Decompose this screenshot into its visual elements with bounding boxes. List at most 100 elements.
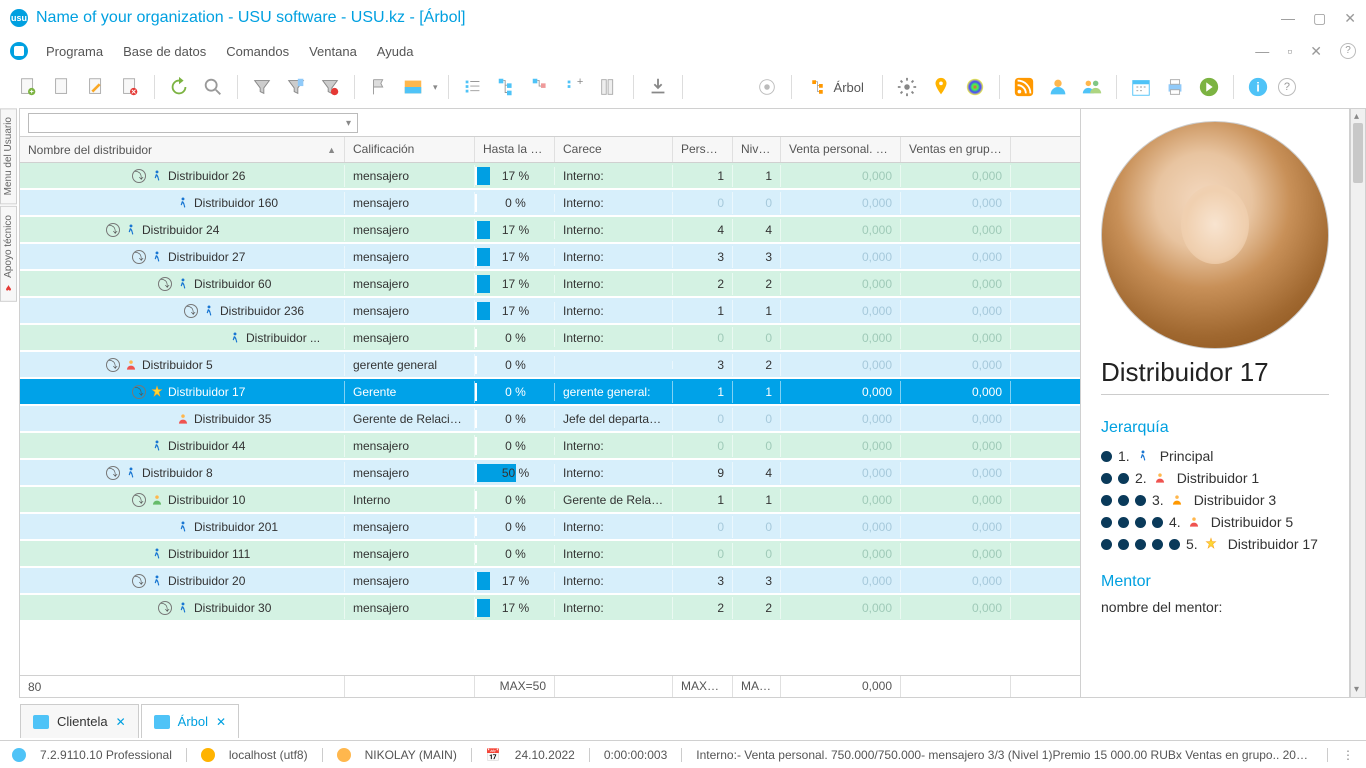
table-row[interactable]: ⤵Distribuidor 20mensajero17 %Interno:330…: [20, 568, 1080, 595]
mdi-minimize-icon[interactable]: —: [1255, 43, 1269, 60]
gear-icon[interactable]: [893, 73, 921, 101]
table-row[interactable]: Distribuidor 44mensajero0 %Interno:000,0…: [20, 433, 1080, 460]
help-icon[interactable]: ?: [1278, 78, 1296, 96]
table-row[interactable]: Distribuidor 35Gerente de Relaciones ...…: [20, 406, 1080, 433]
person-icon: [150, 547, 164, 561]
bottom-tab-árbol[interactable]: Árbol✕: [141, 704, 239, 738]
expand-icon[interactable]: ⤵: [132, 385, 146, 399]
close-icon[interactable]: ✕: [1344, 10, 1356, 27]
expand-icon[interactable]: ⤵: [158, 601, 172, 615]
flag-icon[interactable]: [365, 73, 393, 101]
table-row[interactable]: Distribuidor 111mensajero0 %Interno:000,…: [20, 541, 1080, 568]
table-row[interactable]: Distribuidor 201mensajero0 %Interno:000,…: [20, 514, 1080, 541]
table-row[interactable]: ⤵Distribuidor 30mensajero17 %Interno:220…: [20, 595, 1080, 622]
expand-icon[interactable]: ⤵: [132, 250, 146, 264]
expand-icon[interactable]: ⤵: [132, 493, 146, 507]
minimize-icon[interactable]: —: [1281, 10, 1295, 27]
mdi-help-icon[interactable]: ?: [1340, 43, 1356, 59]
tree-add-icon[interactable]: +: [561, 73, 589, 101]
arbol-button[interactable]: Árbol: [802, 78, 872, 96]
expand-icon[interactable]: ⤵: [132, 574, 146, 588]
expand-icon[interactable]: ⤵: [158, 277, 172, 291]
filter-clear-icon[interactable]: [316, 73, 344, 101]
table-row[interactable]: ⤵Distribuidor 60mensajero17 %Interno:220…: [20, 271, 1080, 298]
col-carece[interactable]: Carece: [555, 137, 673, 162]
bottom-tab-clientela[interactable]: Clientela✕: [20, 704, 139, 738]
maximize-icon[interactable]: ▢: [1313, 10, 1326, 27]
table-row[interactable]: Distribuidor 160mensajero0 %Interno:000,…: [20, 190, 1080, 217]
expand-icon[interactable]: ⤵: [106, 466, 120, 480]
col-personas[interactable]: Personas: [673, 137, 733, 162]
row-pct: 0 %: [475, 491, 555, 509]
rss-icon[interactable]: [1010, 73, 1038, 101]
expand-icon[interactable]: ⤵: [184, 304, 198, 318]
color-icon[interactable]: [961, 73, 989, 101]
table-row[interactable]: ⤵Distribuidor 5gerente general0 %320,000…: [20, 352, 1080, 379]
print-icon[interactable]: [1161, 73, 1189, 101]
hierarchy-row[interactable]: 5. Distribuidor 17: [1101, 533, 1329, 555]
table-row[interactable]: ⤵Distribuidor 24mensajero17 %Interno:440…: [20, 217, 1080, 244]
go-icon[interactable]: [1195, 73, 1223, 101]
filter-combo[interactable]: [28, 113, 358, 133]
expand-icon[interactable]: ⤵: [132, 169, 146, 183]
scrollbar-vertical[interactable]: [1350, 108, 1366, 698]
sidetab-user-menu[interactable]: Menu del Usuario: [0, 108, 17, 204]
doc-icon[interactable]: [48, 73, 76, 101]
doc-edit-icon[interactable]: [82, 73, 110, 101]
row-carece: Interno:: [555, 543, 673, 565]
tree-expand-icon[interactable]: [493, 73, 521, 101]
search-icon[interactable]: [199, 73, 227, 101]
expand-icon[interactable]: ⤵: [106, 358, 120, 372]
col-niveles[interactable]: Niveles: [733, 137, 781, 162]
grid-body[interactable]: ⤵Distribuidor 26mensajero17 %Interno:110…: [20, 163, 1080, 675]
col-name[interactable]: Nombre del distribuidor▲: [20, 137, 345, 162]
hierarchy-row[interactable]: 1. Principal: [1101, 445, 1329, 467]
status-more-icon[interactable]: ⋮: [1342, 748, 1354, 762]
row-pct: 17 %: [475, 599, 555, 617]
tab-close-icon[interactable]: ✕: [116, 715, 126, 729]
pin-icon[interactable]: [927, 73, 955, 101]
menu-base-de-datos[interactable]: Base de datos: [113, 40, 216, 63]
table-row[interactable]: ⤵Distribuidor 26mensajero17 %Interno:110…: [20, 163, 1080, 190]
tree-collapse-icon[interactable]: [527, 73, 555, 101]
col-calif[interactable]: Calificación: [345, 137, 475, 162]
table-row[interactable]: ⤵Distribuidor 17Gerente0 %gerente genera…: [20, 379, 1080, 406]
columns-icon[interactable]: [595, 73, 623, 101]
tab-close-icon[interactable]: ✕: [216, 715, 226, 729]
doc-new-icon[interactable]: [14, 73, 42, 101]
list-icon[interactable]: [459, 73, 487, 101]
table-row[interactable]: ⤵Distribuidor 8mensajero50 %Interno:940,…: [20, 460, 1080, 487]
row-carece: Interno:: [555, 570, 673, 592]
col-hasta[interactable]: Hasta la próxi...: [475, 137, 555, 162]
users-icon[interactable]: [1078, 73, 1106, 101]
mdi-restore-icon[interactable]: ▫: [1287, 43, 1292, 60]
target-icon[interactable]: [753, 73, 781, 101]
table-row[interactable]: ⤵Distribuidor 236mensajero17 %Interno:11…: [20, 298, 1080, 325]
refresh-icon[interactable]: [165, 73, 193, 101]
info-icon[interactable]: i: [1244, 73, 1272, 101]
table-row[interactable]: ⤵Distribuidor 10Interno0 %Gerente de Rel…: [20, 487, 1080, 514]
table-row[interactable]: ⤵Distribuidor 27mensajero17 %Interno:330…: [20, 244, 1080, 271]
menu-comandos[interactable]: Comandos: [216, 40, 299, 63]
hierarchy-row[interactable]: 2. Distribuidor 1: [1101, 467, 1329, 489]
doc-delete-icon[interactable]: [116, 73, 144, 101]
sidetab-support[interactable]: ♥Apoyo técnico: [0, 206, 17, 302]
user-icon[interactable]: [1044, 73, 1072, 101]
col-vp[interactable]: Venta personal. 1 mes: [781, 137, 901, 162]
image-icon[interactable]: [399, 73, 427, 101]
filter-edit-icon[interactable]: [282, 73, 310, 101]
calendar-icon[interactable]: [1127, 73, 1155, 101]
row-calif: gerente general: [345, 354, 475, 376]
hierarchy-row[interactable]: 4. Distribuidor 5: [1101, 511, 1329, 533]
menu-ventana[interactable]: Ventana: [299, 40, 367, 63]
table-row[interactable]: Distribuidor ...mensajero0 %Interno:000,…: [20, 325, 1080, 352]
mdi-close-icon[interactable]: ✕: [1310, 43, 1322, 60]
hierarchy-row[interactable]: 3. Distribuidor 3: [1101, 489, 1329, 511]
menu-programa[interactable]: Programa: [36, 40, 113, 63]
menu-ayuda[interactable]: Ayuda: [367, 40, 424, 63]
col-vg[interactable]: Ventas en grupo. ...: [901, 137, 1011, 162]
app-menu-icon[interactable]: [10, 42, 28, 60]
filter-icon[interactable]: [248, 73, 276, 101]
download-icon[interactable]: [644, 73, 672, 101]
expand-icon[interactable]: ⤵: [106, 223, 120, 237]
